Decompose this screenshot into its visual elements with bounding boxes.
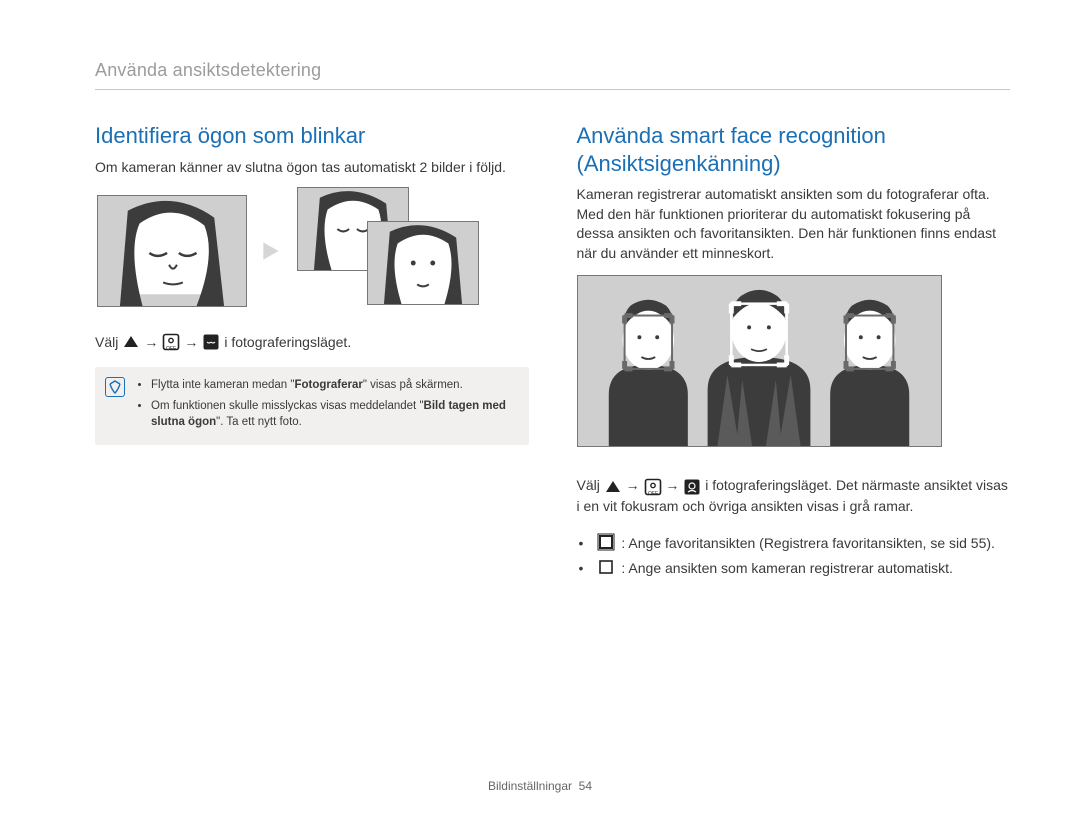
bullet-favorite: : Ange favoritansikten (Registrera favor… <box>595 533 1011 554</box>
footer-section: Bildinställningar <box>488 779 572 793</box>
blink-mode-icon <box>202 333 220 351</box>
left-intro: Om kameran känner av slutna ögon tas aut… <box>95 158 529 178</box>
left-instruction: Välj → OFF → i fotograferingsläget. <box>95 333 529 351</box>
r-instr-mid: i fotograferingsläget. Det närmaste ansi… <box>577 477 1008 514</box>
note1-strong: Fotograferar <box>294 379 362 391</box>
up-triangle-icon <box>122 333 140 351</box>
bullet1-text: : Ange favoritansikten (Registrera favor… <box>621 533 995 554</box>
right-column: Använda smart face recognition (Ansiktsi… <box>577 122 1011 583</box>
note-item-2: Om funktionen skulle misslyckas visas me… <box>151 398 517 431</box>
note-icon <box>105 377 125 397</box>
r-instr-prefix: Välj <box>577 477 600 493</box>
blink-figure <box>97 187 529 315</box>
right-bullets: : Ange favoritansikten (Registrera favor… <box>577 533 1011 579</box>
right-instruction: Välj → OFF → i fotograferingsläget. Det … <box>577 475 1011 517</box>
breadcrumb: Använda ansiktsdetektering <box>95 60 1010 90</box>
note-box: Flytta inte kameran medan "Fotograferar"… <box>95 367 529 445</box>
svg-text:OFF: OFF <box>166 346 176 351</box>
note2-post: ". Ta ett nytt foto. <box>216 416 302 428</box>
footer-page: 54 <box>579 779 592 793</box>
auto-frame-icon <box>597 558 615 576</box>
left-column: Identifiera ögon som blinkar Om kameran … <box>95 122 529 583</box>
page-footer: Bildinställningar 54 <box>0 779 1080 793</box>
right-intro: Kameran registrerar automatiskt ansikten… <box>577 185 1011 263</box>
instr-suffix: i fotograferingsläget. <box>224 334 351 350</box>
arrow-sep: → <box>144 334 158 350</box>
favorite-frame-icon <box>597 533 615 551</box>
face-off-icon: OFF <box>162 333 180 351</box>
r-arrow-1: → <box>626 477 640 493</box>
right-heading: Använda smart face recognition (Ansiktsi… <box>577 122 1011 177</box>
instr-prefix: Välj <box>95 334 118 350</box>
group-photo <box>577 275 942 447</box>
face-result-front <box>367 221 479 305</box>
face-off-icon-2: OFF <box>644 478 662 496</box>
svg-text:OFF: OFF <box>648 491 658 496</box>
r-arrow-2: → <box>665 477 679 493</box>
bullet-auto: : Ange ansikten som kameran registrerar … <box>595 558 1011 579</box>
bullet2-text: : Ange ansikten som kameran registrerar … <box>621 558 952 579</box>
arrow-right-icon <box>259 238 285 264</box>
note1-pre: Flytta inte kameran medan " <box>151 379 294 391</box>
left-heading: Identifiera ögon som blinkar <box>95 122 529 150</box>
arrow-sep-2: → <box>184 334 198 350</box>
note2-pre: Om funktionen skulle misslyckas visas me… <box>151 400 424 412</box>
note-item-1: Flytta inte kameran medan "Fotograferar"… <box>151 377 517 394</box>
smart-face-icon <box>683 478 701 496</box>
up-triangle-icon-2 <box>604 478 622 496</box>
face-pair <box>297 187 497 315</box>
face-closed-eyes <box>97 195 247 307</box>
note1-post: " visas på skärmen. <box>363 379 463 391</box>
